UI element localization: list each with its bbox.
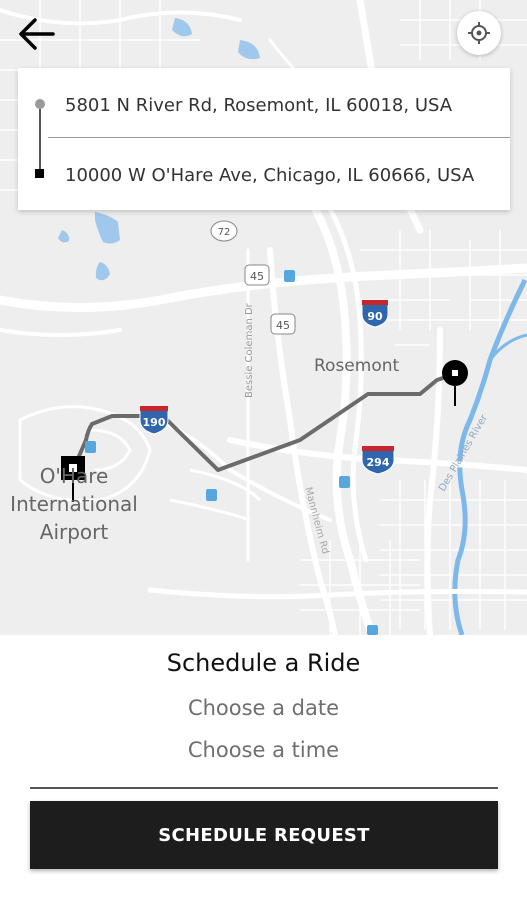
locate-me-button[interactable]: [457, 11, 501, 55]
pickup-dot-icon: [35, 99, 45, 109]
crosshair-icon: [468, 22, 490, 44]
route-connector-line: [39, 109, 41, 171]
pickup-address-field[interactable]: 5801 N River Rd, Rosemont, IL 60018, USA: [65, 72, 510, 138]
schedule-request-button[interactable]: SCHEDULE REQUEST: [30, 801, 498, 869]
map-label-rosemont: Rosemont: [314, 356, 400, 376]
dropoff-address-text: 10000 W O'Hare Ave, Chicago, IL 60666, U…: [65, 164, 475, 186]
svg-text:45: 45: [276, 319, 290, 332]
address-divider: [48, 137, 510, 138]
svg-text:90: 90: [367, 310, 383, 323]
svg-text:190: 190: [143, 416, 166, 429]
pickup-address-text: 5801 N River Rd, Rosemont, IL 60018, USA: [65, 94, 453, 116]
svg-text:45: 45: [250, 270, 264, 283]
shield-i190: 190: [139, 406, 169, 435]
map-label-ohare: O'Hare International Airport: [10, 464, 138, 544]
arrow-left-icon: [19, 18, 55, 50]
route-card: 5801 N River Rd, Rosemont, IL 60018, USA…: [18, 68, 510, 210]
choose-date-field[interactable]: Choose a date: [0, 696, 527, 720]
map-label-bessie-coleman: Bessie Coleman Dr: [244, 302, 255, 398]
schedule-title: Schedule a Ride: [166, 649, 361, 677]
shield-us45b: 45: [270, 313, 296, 335]
back-button[interactable]: [10, 10, 62, 58]
svg-text:294: 294: [367, 456, 390, 469]
choose-time-field[interactable]: Choose a time: [0, 738, 527, 762]
schedule-divider: [30, 787, 498, 789]
shield-i90: 90: [361, 300, 389, 328]
schedule-panel: Schedule a Ride Choose a date Choose a t…: [0, 635, 527, 900]
shield-72: 72: [210, 220, 238, 242]
dropoff-square-icon: [35, 169, 44, 178]
shield-us45a: 45: [244, 264, 270, 286]
svg-text:72: 72: [218, 227, 231, 238]
dropoff-address-field[interactable]: 10000 W O'Hare Ave, Chicago, IL 60666, U…: [65, 142, 510, 208]
